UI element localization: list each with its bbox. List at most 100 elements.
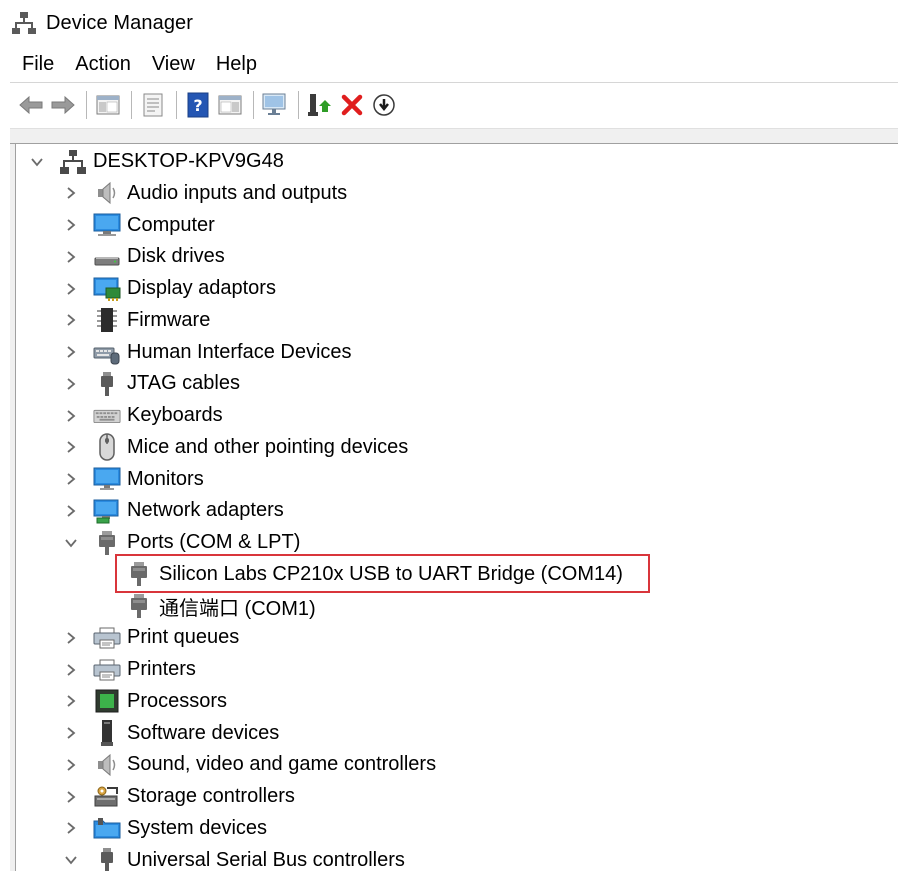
- tree-item-universal-serial-bus-controllers[interactable]: Universal Serial Bus controllers: [61, 845, 405, 871]
- keyboard-icon: [93, 409, 121, 423]
- expand-toggle[interactable]: [61, 787, 81, 807]
- expand-toggle[interactable]: [61, 437, 81, 457]
- tree-item-keyboards[interactable]: Keyboards: [61, 400, 223, 431]
- tree-item-label: Print queues: [127, 626, 240, 649]
- tree-item-network-adapters[interactable]: Network adapters: [61, 495, 284, 526]
- window-title: Device Manager: [46, 11, 194, 34]
- uninstall-icon: [341, 94, 363, 116]
- tree-icon: [93, 211, 121, 239]
- expand-toggle[interactable]: [61, 279, 81, 299]
- tree-item-display-adaptors[interactable]: Display adaptors: [61, 273, 276, 304]
- expand-toggle[interactable]: [61, 374, 81, 394]
- hid-icon: [93, 347, 120, 365]
- tree-item-disk-drives[interactable]: Disk drives: [61, 241, 225, 272]
- menu-view[interactable]: View: [142, 49, 202, 80]
- update-driver-icon: [308, 94, 331, 116]
- tree-item-audio-inputs-and-outputs[interactable]: Audio inputs and outputs: [61, 178, 347, 209]
- expand-toggle[interactable]: [61, 247, 81, 267]
- toolbar-separator: [131, 91, 132, 119]
- expand-toggle[interactable]: [61, 310, 81, 330]
- computer-root-icon: [60, 149, 86, 174]
- printer-icon: [93, 627, 121, 649]
- tree-icon: [93, 656, 121, 684]
- scan-hardware-button[interactable]: [260, 90, 290, 120]
- tree-icon: [93, 497, 121, 525]
- tree-item-processors[interactable]: Processors: [61, 686, 227, 717]
- tree-item-monitors[interactable]: Monitors: [61, 464, 204, 495]
- tree-icon: [93, 338, 121, 366]
- expand-toggle[interactable]: [61, 406, 81, 426]
- tree-item-label: Mice and other pointing devices: [127, 435, 409, 458]
- help-button[interactable]: ?: [183, 90, 213, 120]
- tree-item-mice-and-other-pointing-devices[interactable]: Mice and other pointing devices: [61, 432, 408, 463]
- tree-item-system-devices[interactable]: System devices: [61, 813, 267, 844]
- printer-icon: [93, 659, 121, 680]
- chevron-right-icon: [67, 346, 76, 358]
- tree-item-ports-com-lpt[interactable]: Ports (COM & LPT): [61, 527, 300, 558]
- expand-toggle[interactable]: [61, 628, 81, 648]
- properties-button[interactable]: [138, 90, 168, 120]
- tree-icon: [125, 592, 153, 620]
- console-tree-button[interactable]: [93, 90, 123, 120]
- tree-item-label: Storage controllers: [127, 785, 295, 807]
- pane-frame-left: [10, 144, 16, 871]
- tree-item-computer[interactable]: Computer: [61, 210, 215, 241]
- expand-toggle[interactable]: [61, 755, 81, 775]
- tree-item-software-devices[interactable]: Software devices: [61, 718, 279, 749]
- tree-icon: [93, 370, 121, 398]
- tree-icon: [93, 719, 121, 747]
- tree-icon: [125, 560, 153, 588]
- tree-item-firmware[interactable]: Firmware: [61, 305, 210, 336]
- expand-toggle[interactable]: [61, 215, 81, 235]
- menu-help[interactable]: Help: [206, 49, 264, 80]
- chevron-right-icon: [67, 314, 76, 326]
- tree-icon: [93, 783, 121, 811]
- expand-toggle[interactable]: [61, 501, 81, 521]
- expand-toggle[interactable]: [61, 469, 81, 489]
- tree-item-printers[interactable]: Printers: [61, 654, 196, 685]
- toolbar: ?: [10, 84, 401, 126]
- expand-toggle[interactable]: [61, 818, 81, 838]
- menu-bar: File Action View Help: [0, 46, 268, 82]
- usb-plug-icon: [101, 371, 113, 396]
- chevron-right-icon: [67, 282, 76, 295]
- expand-toggle[interactable]: [61, 342, 81, 362]
- expand-toggle[interactable]: [61, 183, 81, 203]
- forward-button[interactable]: [48, 90, 78, 120]
- firmware-icon: [97, 308, 117, 333]
- toolbar-separator: [253, 91, 254, 119]
- expand-toggle[interactable]: [61, 533, 81, 553]
- tree-icon: [93, 306, 121, 334]
- tree-item-print-queues[interactable]: Print queues: [61, 622, 239, 653]
- expand-toggle[interactable]: [61, 850, 81, 870]
- action-pane-button[interactable]: [215, 90, 245, 120]
- tree-item-label: Computer: [127, 213, 215, 236]
- expand-toggle[interactable]: [27, 152, 47, 172]
- expand-toggle[interactable]: [61, 723, 81, 743]
- menu-action[interactable]: Action: [65, 49, 138, 80]
- uninstall-device-button[interactable]: [337, 90, 367, 120]
- svg-text:?: ?: [193, 96, 202, 115]
- disable-device-button[interactable]: [369, 90, 399, 120]
- tree-item-com1[interactable]: 通信端口 (COM1): [93, 591, 316, 622]
- tree-item-jtag-cables[interactable]: JTAG cables: [61, 368, 240, 399]
- expand-toggle[interactable]: [61, 691, 81, 711]
- pane-frame-top: [10, 128, 898, 144]
- chevron-right-icon: [67, 822, 76, 834]
- tree-item-sound-video-and-game-controllers[interactable]: Sound, video and game controllers: [61, 749, 436, 780]
- tree-root[interactable]: DESKTOP-KPV9G48: [27, 146, 284, 177]
- expand-toggle[interactable]: [61, 660, 81, 680]
- chevron-right-icon: [67, 632, 76, 644]
- update-driver-button[interactable]: [305, 90, 335, 120]
- tree-icon: [59, 148, 87, 176]
- tree-item-label: Universal Serial Bus controllers: [127, 848, 405, 871]
- tree-icon: [93, 243, 121, 271]
- tree-item-label: Audio inputs and outputs: [127, 181, 348, 204]
- menu-file[interactable]: File: [12, 49, 61, 80]
- tree-item-cp210x-com14[interactable]: Silicon Labs CP210x USB to UART Bridge (…: [93, 559, 623, 590]
- tree-item-storage-controllers[interactable]: Storage controllers: [61, 781, 295, 812]
- tree-item-human-interface-devices[interactable]: Human Interface Devices: [61, 337, 352, 368]
- help-icon: ?: [187, 92, 209, 118]
- back-button[interactable]: [16, 90, 46, 120]
- tree-icon: [93, 465, 121, 493]
